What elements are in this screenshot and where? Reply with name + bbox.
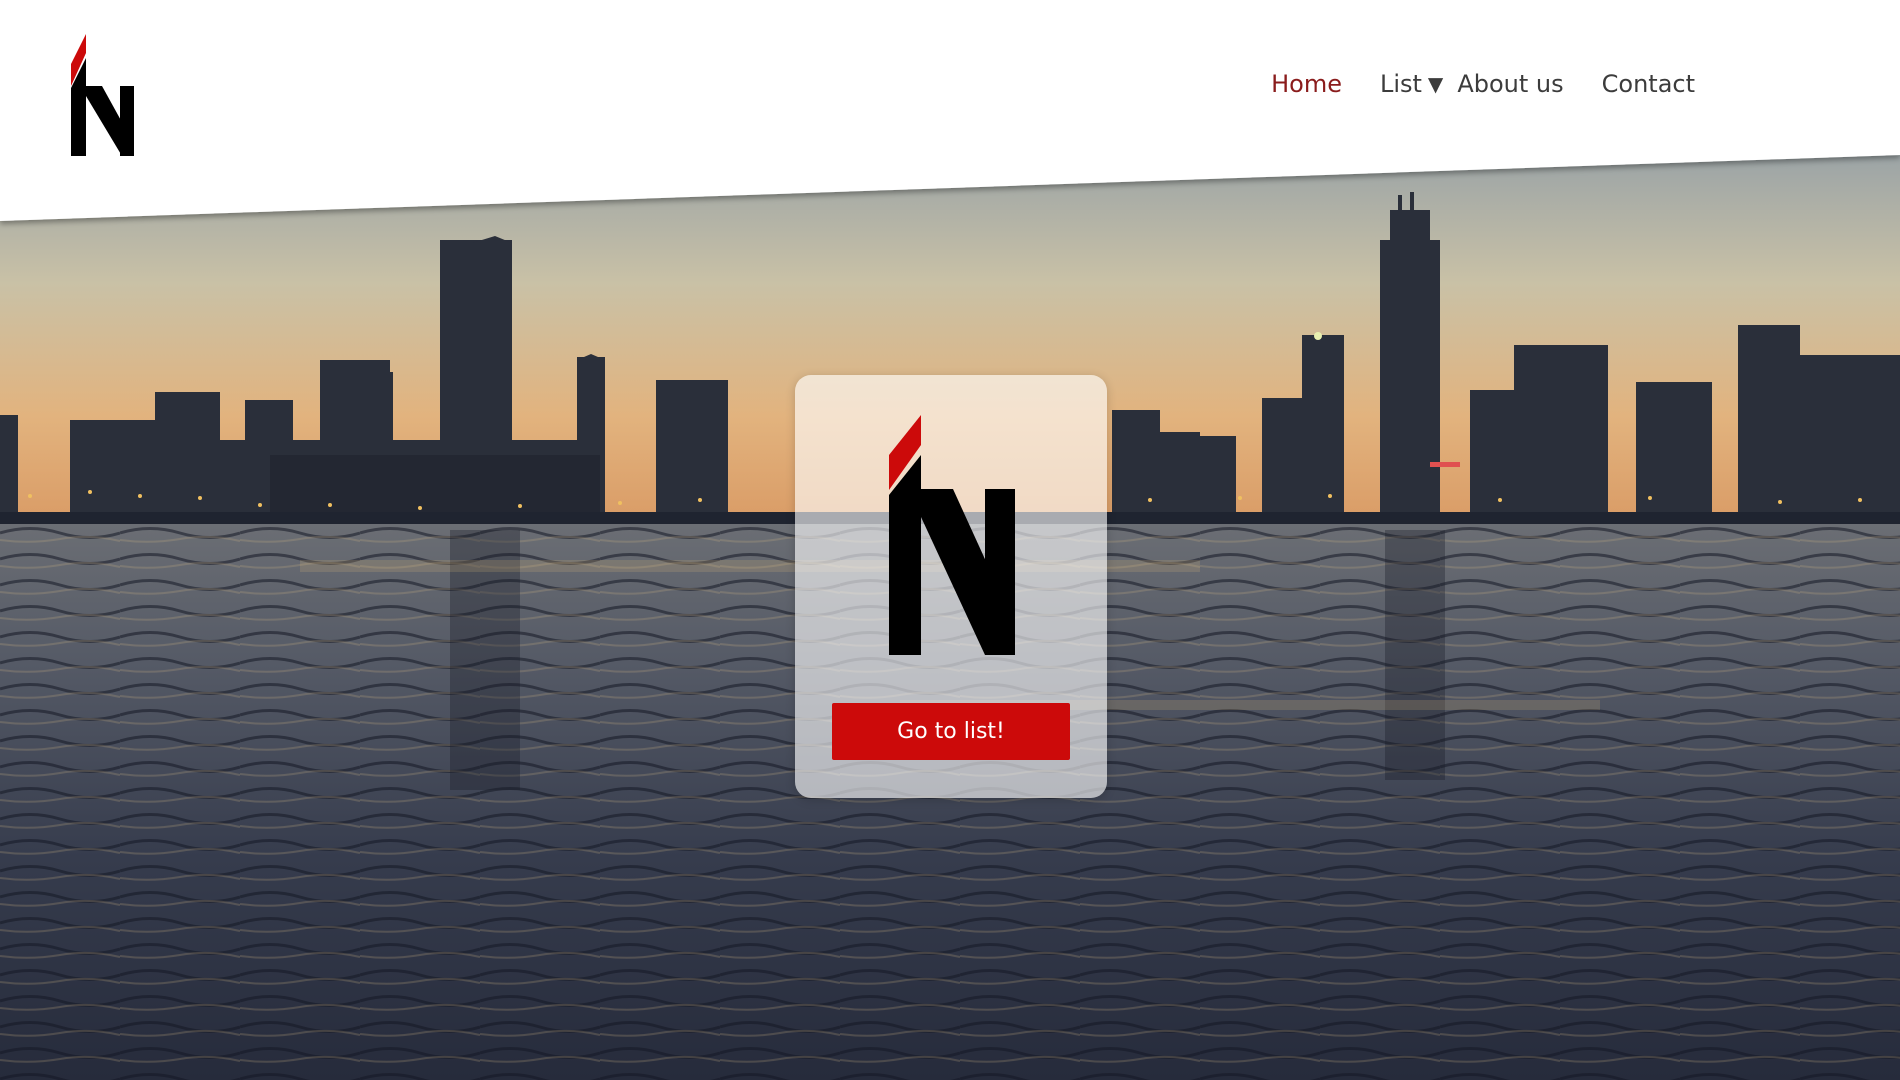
nav-home[interactable]: Home [1271, 70, 1342, 98]
main-nav: Home List ▼ About us Contact [1271, 70, 1695, 98]
nav-list[interactable]: List ▼ [1380, 70, 1443, 98]
nav-contact-label: Contact [1601, 70, 1695, 98]
nav-list-label: List [1379, 70, 1422, 98]
nav-about-us[interactable]: About us [1457, 70, 1563, 98]
card-logo [889, 415, 1015, 655]
brand-n-logo-icon [889, 415, 1015, 655]
go-to-list-button[interactable]: Go to list! [832, 703, 1070, 760]
nav-about-label: About us [1457, 70, 1564, 98]
page: Home List ▼ About us Contact Go to list! [0, 0, 1900, 1080]
hero-card: Go to list! [795, 375, 1107, 798]
logo[interactable] [70, 34, 136, 158]
nav-home-label: Home [1271, 70, 1342, 98]
caret-down-icon: ▼ [1427, 72, 1444, 96]
nav-contact[interactable]: Contact [1602, 70, 1695, 98]
brand-n-logo-icon [71, 34, 134, 156]
